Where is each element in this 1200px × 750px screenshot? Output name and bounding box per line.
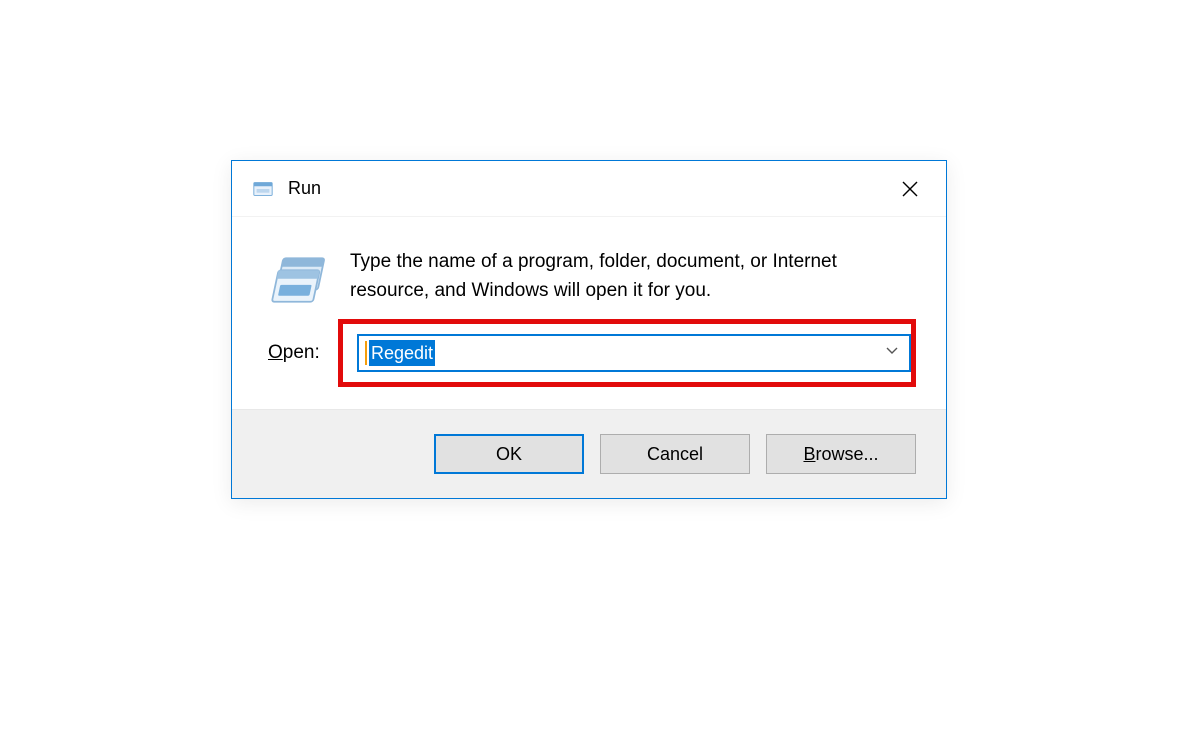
open-row: Open: Regedit	[232, 335, 946, 409]
dialog-title: Run	[288, 178, 321, 199]
dialog-footer: OK Cancel Browse...	[232, 409, 946, 498]
ok-button-label: OK	[496, 444, 522, 465]
text-caret	[365, 341, 367, 365]
run-big-icon	[268, 251, 326, 309]
browse-button-label: Browse...	[803, 444, 878, 465]
run-dialog: Run Type the nam	[231, 160, 947, 499]
cancel-button[interactable]: Cancel	[600, 434, 750, 474]
cancel-button-label: Cancel	[647, 444, 703, 465]
open-input-value: Regedit	[369, 340, 435, 366]
close-button[interactable]	[886, 169, 934, 209]
open-label: Open:	[268, 342, 358, 364]
dialog-body: Type the name of a program, folder, docu…	[232, 217, 946, 335]
titlebar[interactable]: Run	[232, 161, 946, 217]
open-combobox[interactable]: Regedit	[358, 335, 910, 371]
ok-button[interactable]: OK	[434, 434, 584, 474]
chevron-down-icon[interactable]	[885, 344, 899, 362]
browse-button[interactable]: Browse...	[766, 434, 916, 474]
close-icon	[902, 181, 918, 197]
dialog-description: Type the name of a program, folder, docu…	[350, 247, 910, 306]
run-title-icon	[252, 178, 274, 200]
